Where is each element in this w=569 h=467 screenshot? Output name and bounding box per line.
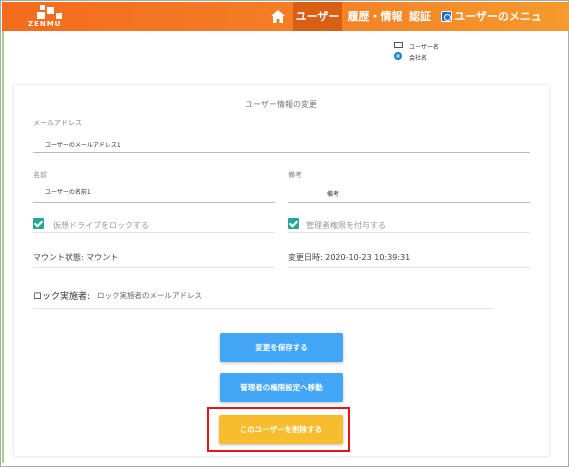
name-underline bbox=[33, 202, 275, 203]
mount-status: マウント状態: マウント bbox=[33, 253, 119, 262]
nav-tab-label: ユーザーのメニューへ bbox=[454, 10, 542, 52]
nav-tab-label: ユーザー bbox=[295, 10, 340, 23]
save-button[interactable]: 変更を保存する bbox=[220, 333, 343, 362]
nav-tab-users[interactable]: ユーザー bbox=[293, 2, 342, 31]
grant-admin-label: 管理者権限を付与する bbox=[306, 221, 386, 230]
mount-status-divider bbox=[33, 267, 275, 268]
legend-user-name: ユーザー名 bbox=[409, 44, 439, 51]
lock-drive-divider bbox=[33, 232, 275, 233]
home-icon[interactable] bbox=[271, 10, 285, 23]
logo-square bbox=[47, 7, 54, 14]
modified-at-divider bbox=[288, 267, 530, 268]
lock-executor-label: ロック実施者: bbox=[33, 292, 91, 302]
grant-admin-divider bbox=[288, 232, 530, 233]
modified-at: 変更日時: 2020-10-23 10:39:31 bbox=[288, 253, 411, 262]
top-navigation-bar: ZENMU ユーザー 履歴・情報 認証 ユーザーのメニューへ bbox=[2, 2, 569, 52]
gear-icon bbox=[441, 11, 452, 22]
delete-button-highlight bbox=[207, 407, 350, 452]
note-field[interactable]: 備考 bbox=[327, 189, 339, 198]
note-underline bbox=[288, 202, 530, 203]
email-underline bbox=[33, 152, 530, 153]
name-field[interactable]: ユーザーの名前1 bbox=[45, 187, 91, 196]
logo-square bbox=[56, 13, 62, 19]
email-label: メールアドレス bbox=[33, 119, 82, 127]
nav-user-menu[interactable]: ユーザーのメニューへ bbox=[453, 2, 543, 52]
zenmu-logo[interactable]: ZENMU bbox=[28, 5, 68, 29]
form-title: ユーザー情報の変更 bbox=[245, 100, 317, 109]
nav-tab-label: 認証 bbox=[409, 10, 431, 23]
note-label: 備考 bbox=[288, 171, 302, 179]
nav-tab-label: 履歴・情報 bbox=[347, 10, 403, 23]
lock-executor-value: ロック実施者のメールアドレス bbox=[97, 291, 202, 300]
lock-drive-checkbox[interactable] bbox=[33, 218, 44, 229]
company-globe-icon bbox=[394, 52, 402, 60]
lock-executor-divider bbox=[33, 308, 493, 309]
logo-square bbox=[37, 12, 45, 19]
lock-drive-label: 仮想ドライブをロックする bbox=[53, 221, 149, 230]
email-field[interactable]: ユーザーのメールアドレス1 bbox=[45, 140, 121, 149]
grant-admin-checkbox[interactable] bbox=[288, 218, 299, 229]
nav-tab-auth[interactable]: 認証 bbox=[406, 2, 434, 31]
app-window: ZENMU ユーザー 履歴・情報 認証 ユーザーのメニューへ ユーザー名 会社名… bbox=[0, 0, 569, 467]
user-card-icon bbox=[394, 42, 403, 48]
logo-text: ZENMU bbox=[28, 20, 62, 28]
left-accent-line bbox=[2, 31, 4, 463]
admin-settings-button[interactable]: 管理者の権限設定へ移動 bbox=[220, 373, 343, 402]
name-label: 名前 bbox=[33, 171, 47, 179]
nav-tab-history[interactable]: 履歴・情報 bbox=[345, 2, 405, 31]
legend-company-name: 会社名 bbox=[409, 55, 428, 62]
logo-square bbox=[40, 5, 45, 10]
